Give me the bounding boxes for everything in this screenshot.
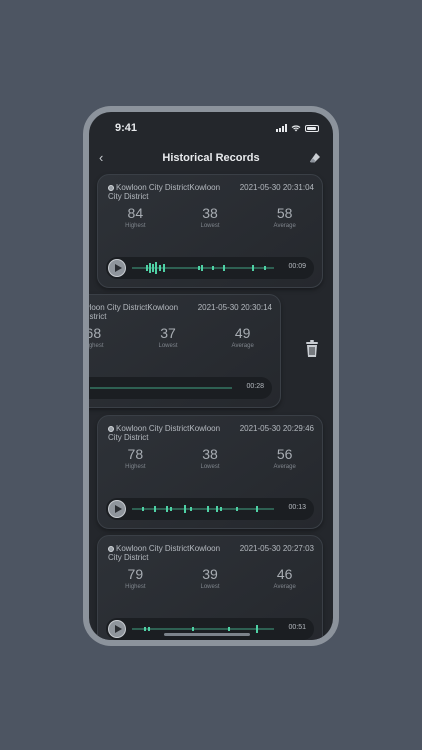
location-icon	[108, 185, 114, 191]
record-datetime: 2021-05-30 20:29:46	[239, 424, 314, 433]
phone-frame: 9:41 ‹ Historical Records Kowloon City D…	[83, 106, 339, 646]
record-stats: 79 Highest 39 Lowest 46 Average	[98, 566, 322, 590]
play-icon[interactable]	[108, 500, 126, 518]
waveform[interactable]	[90, 381, 232, 395]
record-card[interactable]: Kowloon City DistrictKowloon City Distri…	[89, 294, 281, 408]
record-stats: 78 Highest 38 Lowest 56 Average	[98, 446, 322, 470]
app-screen: 9:41 ‹ Historical Records Kowloon City D…	[89, 112, 333, 640]
record-duration: 00:28	[246, 383, 264, 390]
highest-label: Highest	[125, 223, 146, 229]
record-datetime: 2021-05-30 20:30:14	[197, 303, 272, 312]
highest-label: Highest	[125, 464, 146, 470]
average-value: 58	[276, 205, 293, 221]
status-time: 9:41	[115, 122, 138, 134]
record-card[interactable]: Kowloon City DistrictKowloon City Distri…	[97, 415, 323, 529]
record-location: Kowloon City DistrictKowloon City Distri…	[108, 544, 221, 562]
record-stats: 84 Highest 38 Lowest 58 Average	[98, 205, 322, 229]
average-label: Average	[273, 223, 296, 229]
lowest-label: Lowest	[200, 464, 220, 470]
play-icon[interactable]	[108, 259, 126, 277]
average-value: 49	[234, 325, 251, 341]
lowest-value: 38	[202, 205, 218, 221]
battery-icon	[305, 124, 319, 132]
lowest-value: 39	[202, 566, 218, 582]
record-duration: 00:09	[288, 263, 306, 270]
audio-player: 00:09	[106, 257, 314, 279]
record-duration: 00:51	[288, 624, 306, 631]
record-stats: 68 Highest 37 Lowest 49 Average	[89, 325, 280, 349]
average-value: 56	[276, 446, 293, 462]
highest-value: 79	[127, 566, 144, 582]
signal-icon	[276, 124, 287, 132]
eraser-icon[interactable]	[309, 152, 321, 164]
lowest-value: 38	[202, 446, 218, 462]
average-label: Average	[273, 464, 296, 470]
waveform[interactable]	[132, 261, 274, 275]
lowest-label: Lowest	[200, 223, 220, 229]
lowest-value: 37	[160, 325, 176, 341]
location-icon	[108, 426, 114, 432]
record-duration: 00:13	[288, 504, 306, 511]
average-label: Average	[273, 584, 296, 590]
waveform[interactable]	[132, 502, 274, 516]
wifi-icon	[291, 125, 301, 132]
status-bar: 9:41	[89, 112, 333, 146]
audio-player: 00:13	[106, 498, 314, 520]
play-icon[interactable]	[108, 620, 126, 638]
record-location: Kowloon City DistrictKowloon City Distri…	[108, 183, 221, 201]
highest-label: Highest	[89, 343, 104, 349]
record-card[interactable]: Kowloon City DistrictKowloon City Distri…	[97, 174, 323, 288]
trash-icon[interactable]	[305, 340, 319, 358]
audio-player: 00:51	[106, 618, 314, 640]
status-icons	[276, 124, 319, 132]
audio-player: 00:28	[89, 377, 272, 399]
average-label: Average	[231, 343, 254, 349]
location-icon	[108, 546, 114, 552]
record-datetime: 2021-05-30 20:31:04	[239, 183, 314, 192]
navigation-bar: ‹ Historical Records	[89, 146, 333, 172]
record-location: Kowloon City DistrictKowloon City Distri…	[108, 424, 221, 442]
lowest-label: Lowest	[158, 343, 178, 349]
highest-value: 84	[127, 205, 144, 221]
lowest-label: Lowest	[200, 584, 220, 590]
highest-value: 78	[127, 446, 144, 462]
record-card[interactable]: Kowloon City DistrictKowloon City Distri…	[97, 535, 323, 640]
record-datetime: 2021-05-30 20:27:03	[239, 544, 314, 553]
highest-value: 68	[89, 325, 102, 341]
home-indicator	[164, 633, 250, 636]
page-title: Historical Records	[162, 152, 260, 164]
highest-label: Highest	[125, 584, 146, 590]
average-value: 46	[276, 566, 293, 582]
record-location: Kowloon City DistrictKowloon City Distri…	[89, 303, 179, 321]
